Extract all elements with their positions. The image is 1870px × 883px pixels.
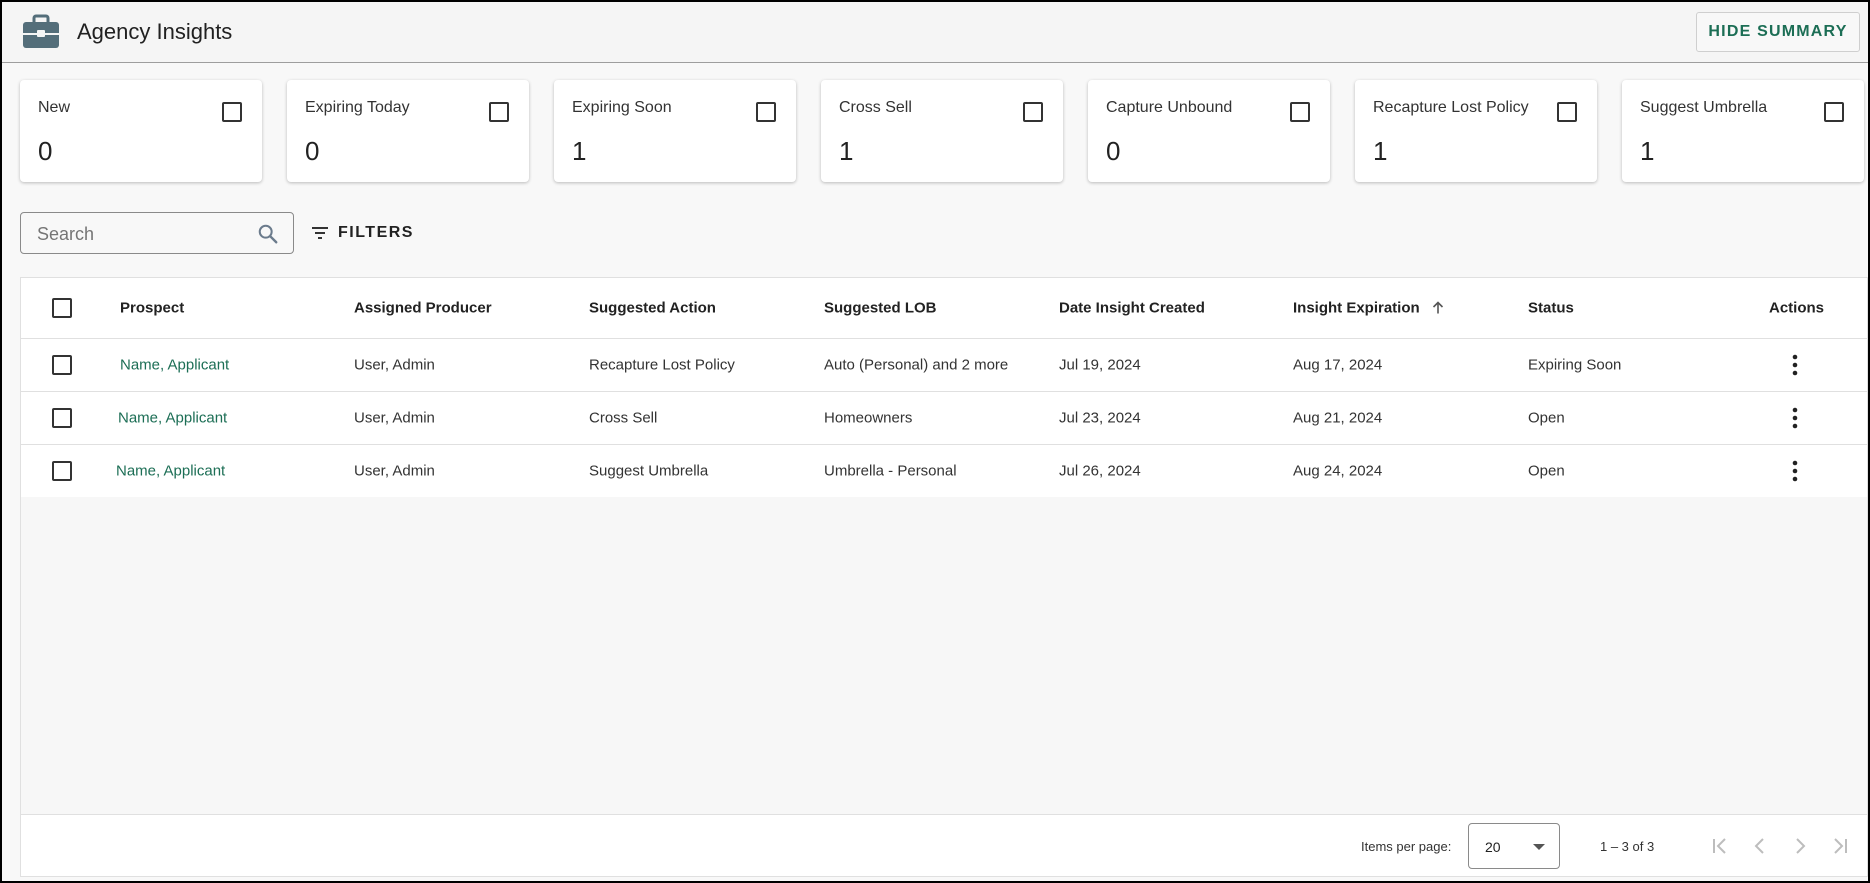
card-label: Suggest Umbrella xyxy=(1640,99,1768,116)
items-per-page-label: Items per page: xyxy=(1361,839,1452,854)
expiration-cell: Aug 24, 2024 xyxy=(1293,462,1383,480)
action-cell: Cross Sell xyxy=(589,409,658,427)
more-vert-icon[interactable] xyxy=(1785,459,1805,483)
status-cell: Expiring Soon xyxy=(1528,356,1622,374)
more-vert-icon[interactable] xyxy=(1785,406,1805,430)
page-header: Agency Insights HIDE SUMMARY xyxy=(2,2,1868,63)
created-cell: Jul 23, 2024 xyxy=(1059,409,1141,427)
card-count: 0 xyxy=(305,136,320,166)
lob-cell: Umbrella - Personal xyxy=(824,462,957,480)
table-row: Name, Applicant User, Admin Cross Sell H… xyxy=(21,392,1867,445)
summary-card-capture-unbound: Capture Unbound 0 xyxy=(1088,80,1330,182)
first-page-icon[interactable] xyxy=(1707,833,1733,859)
card-checkbox[interactable] xyxy=(1290,102,1310,122)
summary-card-expiring-soon: Expiring Soon 1 xyxy=(554,80,796,182)
summary-card-expiring-today: Expiring Today 0 xyxy=(287,80,529,182)
card-label: Capture Unbound xyxy=(1106,99,1233,116)
search-box xyxy=(20,212,294,254)
card-label: New xyxy=(38,99,71,116)
row-checkbox[interactable] xyxy=(52,355,72,375)
insights-table: Prospect Assigned Producer Suggested Act… xyxy=(20,277,1868,877)
lob-cell: Homeowners xyxy=(824,409,913,427)
card-count: 0 xyxy=(38,136,53,166)
created-cell: Jul 19, 2024 xyxy=(1059,356,1141,374)
previous-page-icon[interactable] xyxy=(1747,833,1773,859)
sort-ascending-icon xyxy=(1432,301,1443,314)
page-range-label: 1 – 3 of 3 xyxy=(1600,839,1655,854)
action-cell: Suggest Umbrella xyxy=(589,462,709,480)
card-label: Cross Sell xyxy=(839,99,912,116)
filter-icon xyxy=(312,227,328,239)
action-cell: Recapture Lost Policy xyxy=(589,356,735,374)
row-checkbox[interactable] xyxy=(52,461,72,481)
app-frame: Agency Insights HIDE SUMMARY New 0 Expir… xyxy=(0,0,1870,883)
card-label: Expiring Soon xyxy=(572,99,672,116)
prospect-link[interactable]: Name, Applicant xyxy=(118,410,227,427)
producer-cell: User, Admin xyxy=(354,409,435,427)
row-checkbox[interactable] xyxy=(52,408,72,428)
card-label: Recapture Lost Policy xyxy=(1373,99,1529,116)
filters-label: FILTERS xyxy=(338,224,414,241)
table-row: Name, Applicant User, Admin Recapture Lo… xyxy=(21,339,1867,392)
table-header-row: Prospect Assigned Producer Suggested Act… xyxy=(21,278,1867,339)
status-cell: Open xyxy=(1528,462,1565,480)
column-header-insight-expiration[interactable]: Insight Expiration xyxy=(1293,300,1444,317)
hide-summary-button[interactable]: HIDE SUMMARY xyxy=(1696,12,1860,52)
status-cell: Open xyxy=(1528,409,1565,427)
column-header-prospect[interactable]: Prospect xyxy=(120,300,184,317)
producer-cell: User, Admin xyxy=(354,356,435,374)
table-row: Name, Applicant User, Admin Suggest Umbr… xyxy=(21,445,1867,498)
summary-card-suggest-umbrella: Suggest Umbrella 1 xyxy=(1622,80,1864,182)
summary-card-cross-sell: Cross Sell 1 xyxy=(821,80,1063,182)
column-header-status[interactable]: Status xyxy=(1528,300,1574,317)
column-header-date-insight-created[interactable]: Date Insight Created xyxy=(1059,300,1205,317)
dropdown-arrow-icon xyxy=(1533,844,1545,850)
next-page-icon[interactable] xyxy=(1787,833,1813,859)
search-input[interactable] xyxy=(37,223,237,245)
producer-cell: User, Admin xyxy=(354,462,435,480)
items-per-page-value: 20 xyxy=(1485,839,1501,855)
summary-card-recapture-lost-policy: Recapture Lost Policy 1 xyxy=(1355,80,1597,182)
card-count: 1 xyxy=(572,136,587,166)
more-vert-icon[interactable] xyxy=(1785,353,1805,377)
column-header-label: Insight Expiration xyxy=(1293,299,1420,317)
card-count: 0 xyxy=(1106,136,1121,166)
card-checkbox[interactable] xyxy=(489,102,509,122)
card-checkbox[interactable] xyxy=(756,102,776,122)
column-header-suggested-lob[interactable]: Suggested LOB xyxy=(824,300,937,317)
search-icon[interactable] xyxy=(257,223,279,245)
card-checkbox[interactable] xyxy=(1023,102,1043,122)
prospect-link[interactable]: Name, Applicant xyxy=(116,463,225,480)
prospect-link[interactable]: Name, Applicant xyxy=(120,357,229,374)
summary-card-new: New 0 xyxy=(20,80,262,182)
expiration-cell: Aug 21, 2024 xyxy=(1293,409,1383,427)
lob-cell: Auto (Personal) and 2 more xyxy=(824,356,1009,374)
expiration-cell: Aug 17, 2024 xyxy=(1293,356,1383,374)
items-per-page-select[interactable]: 20 xyxy=(1468,823,1560,869)
filters-button[interactable]: FILTERS xyxy=(312,220,414,246)
card-checkbox[interactable] xyxy=(222,102,242,122)
card-checkbox[interactable] xyxy=(1824,102,1844,122)
card-count: 1 xyxy=(1373,136,1388,166)
last-page-icon[interactable] xyxy=(1827,833,1853,859)
card-count: 1 xyxy=(1640,136,1655,166)
card-label: Expiring Today xyxy=(305,99,410,116)
table-empty-area xyxy=(21,497,1867,815)
paginator: Items per page: 20 1 – 3 of 3 xyxy=(21,814,1867,876)
card-checkbox[interactable] xyxy=(1557,102,1577,122)
column-header-suggested-action[interactable]: Suggested Action xyxy=(589,300,716,317)
briefcase-icon xyxy=(23,14,59,48)
card-count: 1 xyxy=(839,136,854,166)
select-all-checkbox[interactable] xyxy=(52,298,72,318)
created-cell: Jul 26, 2024 xyxy=(1059,462,1141,480)
page-title: Agency Insights xyxy=(77,19,233,44)
column-header-actions: Actions xyxy=(1769,299,1825,317)
column-header-assigned-producer[interactable]: Assigned Producer xyxy=(354,300,492,317)
